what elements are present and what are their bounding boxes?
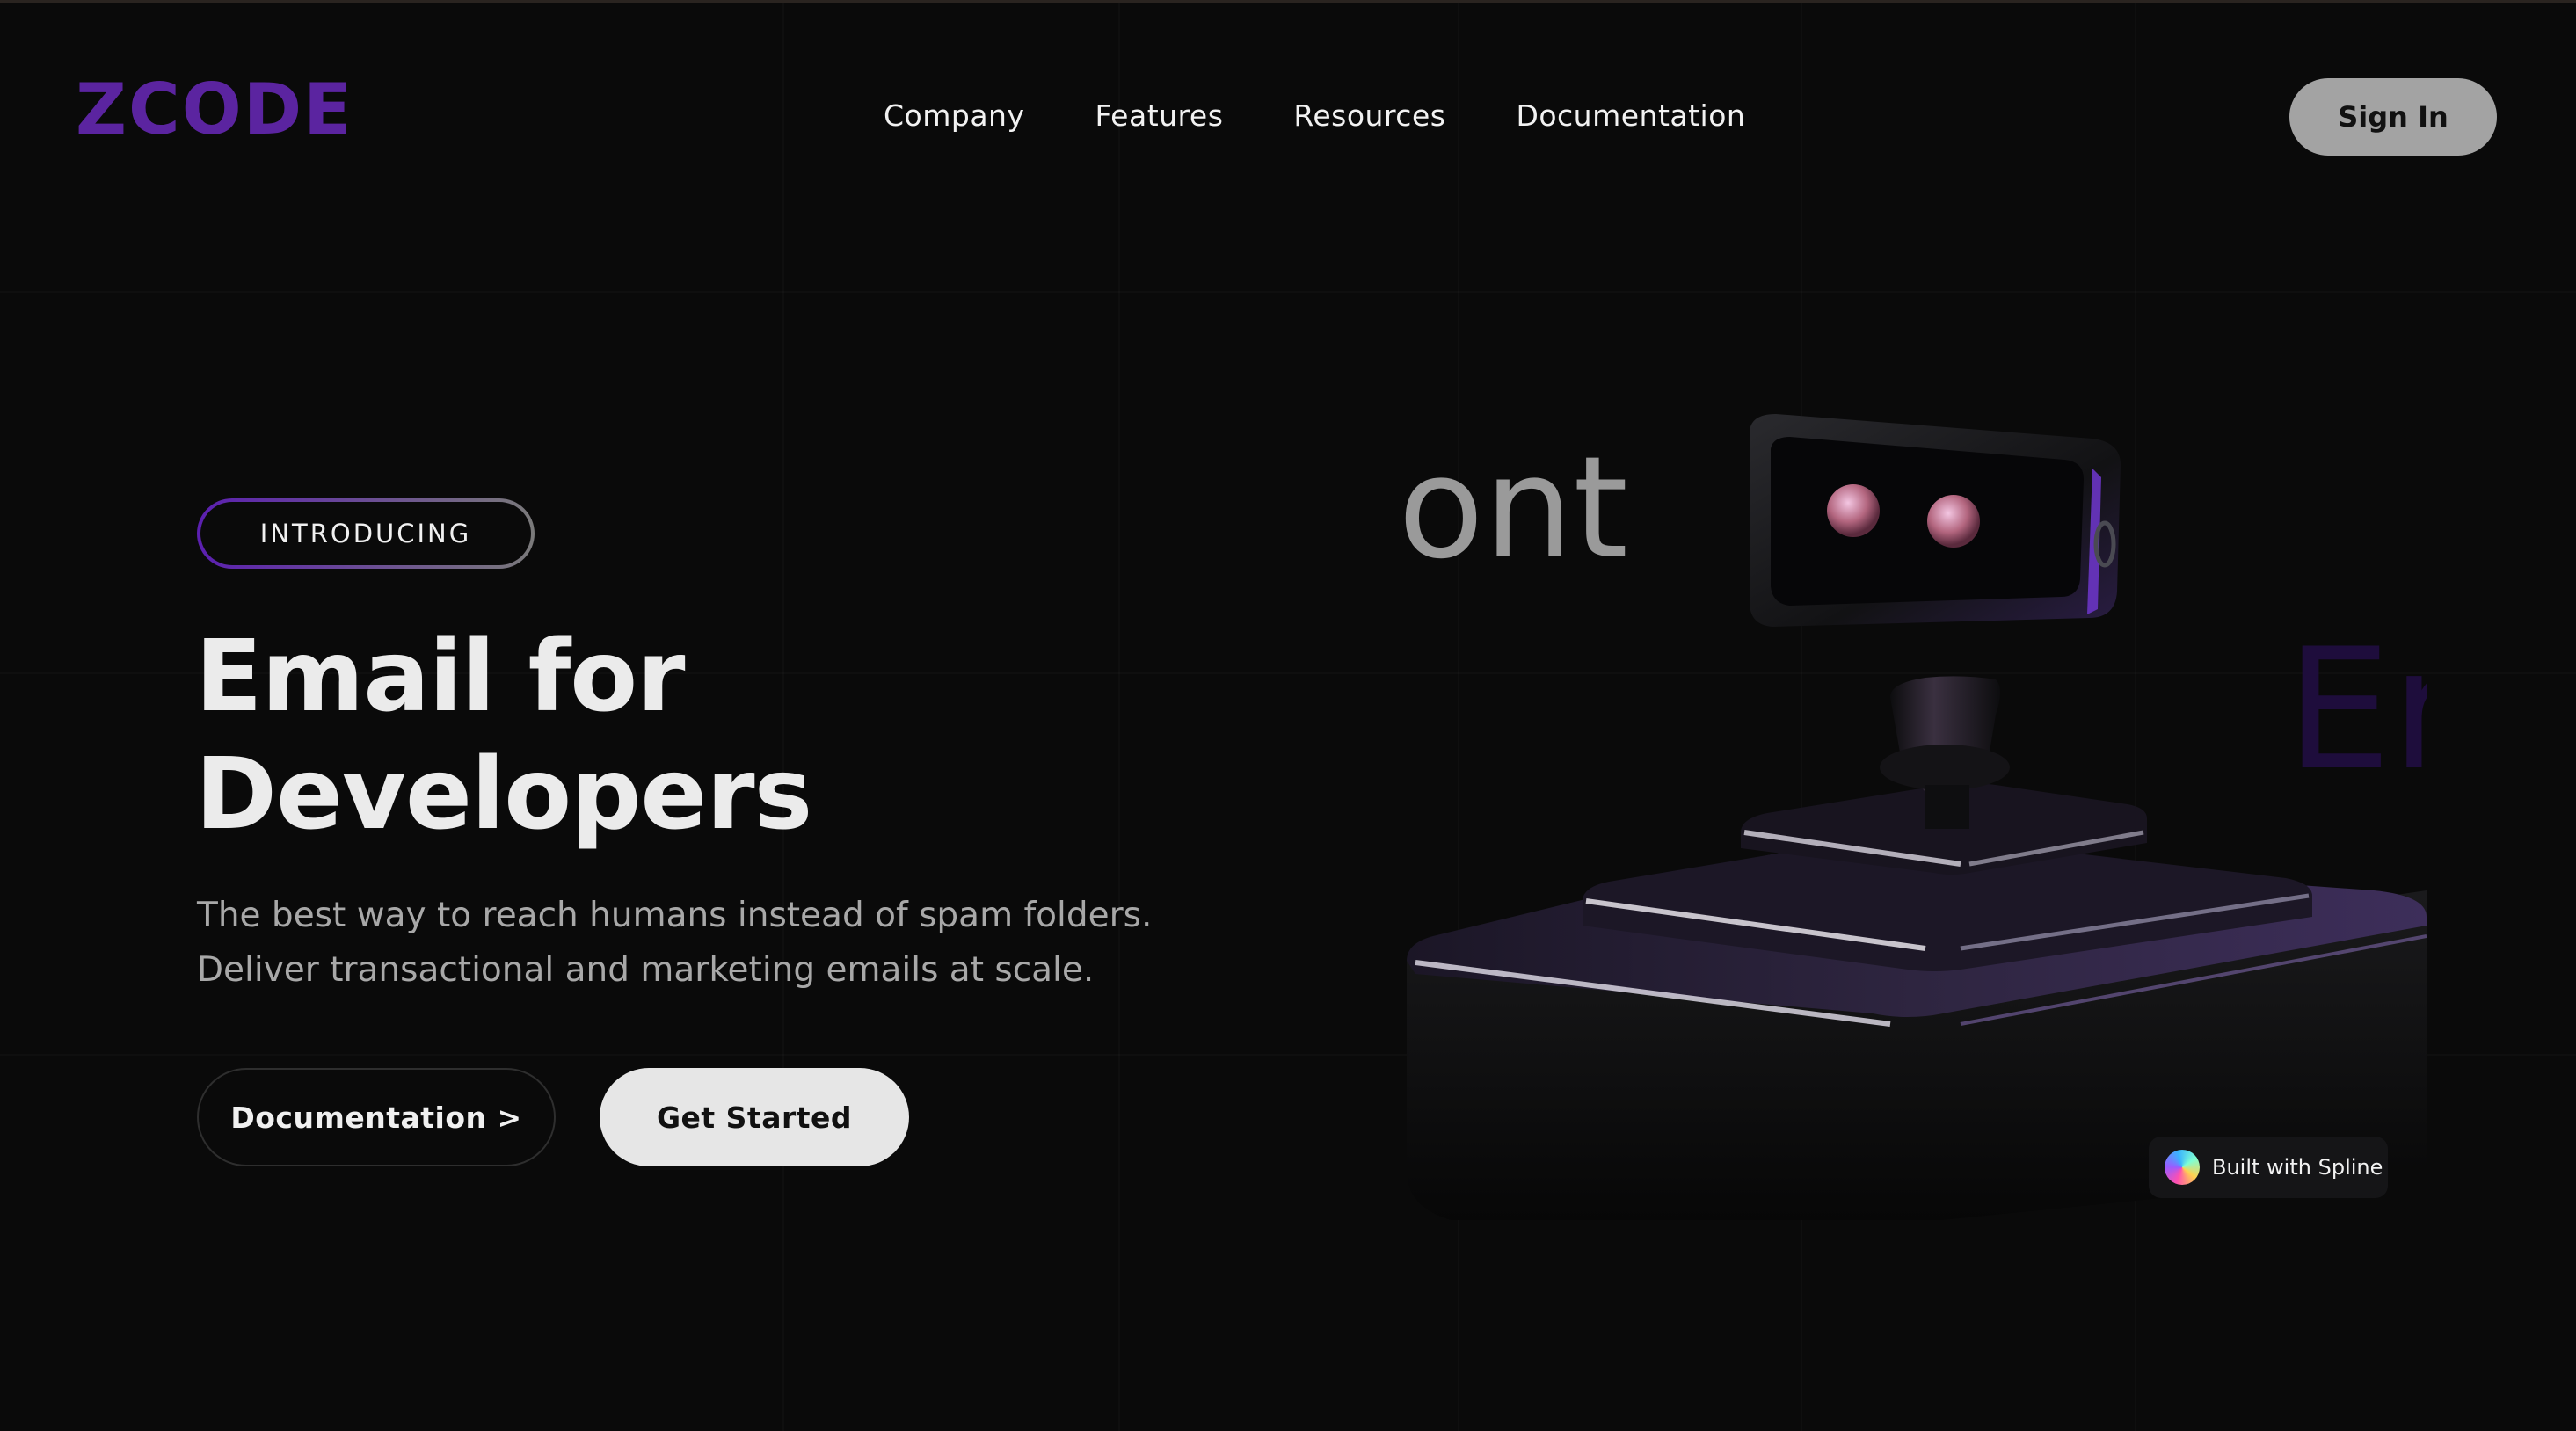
floating-text-left: ont: [1398, 425, 1628, 590]
hero-headline-line1: Email for: [195, 620, 685, 734]
nav-features[interactable]: Features: [1095, 98, 1224, 134]
nav-resources[interactable]: Resources: [1293, 98, 1445, 134]
main-nav: Company Features Resources Documentation: [884, 98, 1745, 134]
nav-company[interactable]: Company: [884, 98, 1025, 134]
built-with-spline-badge[interactable]: Built with Spline: [2149, 1137, 2388, 1198]
nav-documentation[interactable]: Documentation: [1516, 98, 1745, 134]
grid-line: [0, 291, 2576, 293]
sign-in-button[interactable]: Sign In: [2289, 78, 2497, 156]
spline-logo-icon: [2165, 1150, 2200, 1185]
floating-text-right: Er: [2286, 613, 2427, 807]
robot-neck-ring: [1880, 745, 2010, 790]
spline-badge-label: Built with Spline: [2212, 1155, 2383, 1180]
page: ZCODE Company Features Resources Documen…: [0, 0, 2576, 1431]
robot-eye-left: [1827, 484, 1880, 537]
hero-subtitle: The best way to reach humans instead of …: [197, 896, 1153, 990]
hero-headline-line2: Developers: [195, 737, 812, 852]
brand-logo[interactable]: ZCODE: [76, 75, 353, 145]
robot-eye-right: [1927, 495, 1980, 548]
robot-3d-scene[interactable]: ont Er: [1398, 398, 2427, 1235]
hero-headline: Email for Developers: [195, 618, 986, 854]
introducing-badge: INTRODUCING: [197, 498, 535, 569]
grid-line: [1118, 3, 1120, 1431]
robot-neck-base: [1925, 785, 1969, 829]
get-started-button[interactable]: Get Started: [600, 1068, 909, 1166]
documentation-button[interactable]: Documentation >: [197, 1068, 556, 1166]
